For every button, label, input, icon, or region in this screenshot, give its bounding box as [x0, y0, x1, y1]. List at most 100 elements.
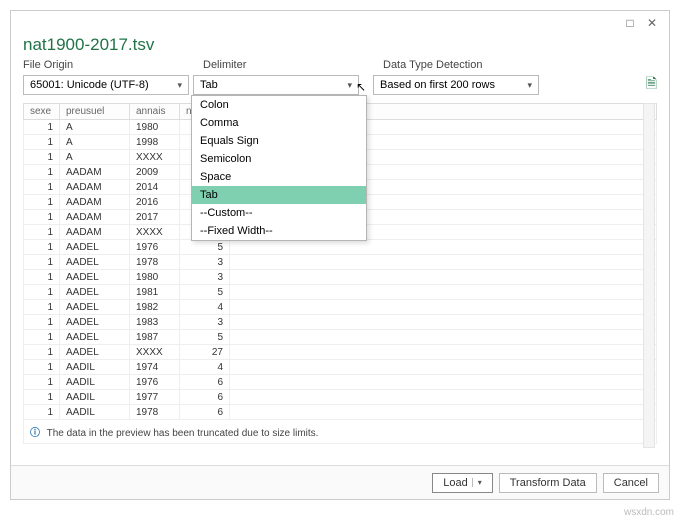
- table-row[interactable]: 1AADEL19783: [24, 255, 657, 270]
- cell-sexe: 1: [24, 300, 60, 315]
- detection-value: Based on first 200 rows: [380, 79, 495, 91]
- cell-sexe: 1: [24, 360, 60, 375]
- cell-preusuel: AADIL: [60, 360, 130, 375]
- cell-preusuel: AADAM: [60, 180, 130, 195]
- cell-annais: 1974: [130, 360, 180, 375]
- cell-annais: 1978: [130, 405, 180, 420]
- cell-blank: [230, 255, 657, 270]
- close-icon[interactable]: ✕: [641, 14, 663, 32]
- cell-blank: [230, 375, 657, 390]
- detection-dropdown[interactable]: Based on first 200 rows ▾: [373, 75, 539, 95]
- cell-sexe: 1: [24, 120, 60, 135]
- table-row[interactable]: 1AADEL19815: [24, 285, 657, 300]
- cell-annais: 2016: [130, 195, 180, 210]
- delimiter-option[interactable]: --Fixed Width--: [192, 222, 366, 240]
- table-row[interactable]: 1AADELXXXX27: [24, 345, 657, 360]
- cell-sexe: 1: [24, 270, 60, 285]
- delimiter-options-list[interactable]: ColonCommaEquals SignSemicolonSpaceTab--…: [191, 95, 367, 241]
- vertical-scrollbar[interactable]: [643, 103, 655, 448]
- maximize-icon[interactable]: □: [619, 14, 641, 32]
- cell-annais: XXXX: [130, 150, 180, 165]
- cell-preusuel: AADEL: [60, 240, 130, 255]
- cell-blank: [230, 330, 657, 345]
- delimiter-option[interactable]: Colon: [192, 96, 366, 114]
- chevron-down-icon: ▾: [527, 80, 532, 91]
- cell-blank: [230, 300, 657, 315]
- cell-sexe: 1: [24, 405, 60, 420]
- cell-sexe: 1: [24, 345, 60, 360]
- cell-annais: 1983: [130, 315, 180, 330]
- cell-sexe: 1: [24, 165, 60, 180]
- cursor-icon: ↖: [356, 80, 366, 94]
- cell-nombre: 3: [180, 270, 230, 285]
- cell-preusuel: A: [60, 150, 130, 165]
- cell-annais: 1977: [130, 390, 180, 405]
- field-labels: File Origin Delimiter Data Type Detectio…: [11, 59, 669, 71]
- delimiter-option[interactable]: --Custom--: [192, 204, 366, 222]
- cell-nombre: 5: [180, 285, 230, 300]
- file-title: nat1900-2017.tsv: [11, 35, 669, 59]
- delimiter-option[interactable]: Equals Sign: [192, 132, 366, 150]
- refresh-icon[interactable]: 🗎: [646, 73, 657, 97]
- cell-preusuel: AADAM: [60, 210, 130, 225]
- table-row[interactable]: 1AADIL19744: [24, 360, 657, 375]
- titlebar: □ ✕: [11, 11, 669, 35]
- col-preusuel[interactable]: preusuel: [60, 104, 130, 120]
- cell-preusuel: AADAM: [60, 165, 130, 180]
- transform-data-button[interactable]: Transform Data: [499, 473, 597, 493]
- cell-sexe: 1: [24, 150, 60, 165]
- cell-preusuel: AADEL: [60, 300, 130, 315]
- file-origin-dropdown[interactable]: 65001: Unicode (UTF-8) ▾: [23, 75, 189, 95]
- cell-preusuel: AADEL: [60, 255, 130, 270]
- col-annais[interactable]: annais: [130, 104, 180, 120]
- cell-sexe: 1: [24, 210, 60, 225]
- table-row[interactable]: 1AADIL19776: [24, 390, 657, 405]
- cell-preusuel: AADEL: [60, 345, 130, 360]
- cell-sexe: 1: [24, 195, 60, 210]
- cell-preusuel: AADIL: [60, 405, 130, 420]
- cell-annais: 1976: [130, 240, 180, 255]
- chevron-down-icon: ▾: [347, 80, 352, 91]
- chevron-down-icon[interactable]: ▾: [472, 478, 482, 487]
- delimiter-option[interactable]: Space: [192, 168, 366, 186]
- delimiter-dropdown[interactable]: Tab ▾: [193, 75, 359, 95]
- cell-preusuel: AADIL: [60, 390, 130, 405]
- file-origin-label: File Origin: [23, 59, 203, 71]
- load-button[interactable]: Load ▾: [432, 473, 493, 493]
- delimiter-option[interactable]: Semicolon: [192, 150, 366, 168]
- cell-sexe: 1: [24, 180, 60, 195]
- cell-sexe: 1: [24, 330, 60, 345]
- cell-annais: XXXX: [130, 345, 180, 360]
- cell-preusuel: AADEL: [60, 270, 130, 285]
- table-row[interactable]: 1AADIL19786: [24, 405, 657, 420]
- cell-blank: [230, 390, 657, 405]
- cell-sexe: 1: [24, 285, 60, 300]
- delimiter-option[interactable]: Tab: [192, 186, 366, 204]
- table-row[interactable]: 1AADIL19766: [24, 375, 657, 390]
- cell-preusuel: AADAM: [60, 195, 130, 210]
- cell-blank: [230, 360, 657, 375]
- table-row[interactable]: 1AADEL19765: [24, 240, 657, 255]
- cancel-button[interactable]: Cancel: [603, 473, 659, 493]
- table-row[interactable]: 1AADEL19875: [24, 330, 657, 345]
- delimiter-label: Delimiter: [203, 59, 383, 71]
- cell-preusuel: A: [60, 120, 130, 135]
- table-row[interactable]: 1AADEL19833: [24, 315, 657, 330]
- cell-nombre: 6: [180, 405, 230, 420]
- delimiter-option[interactable]: Comma: [192, 114, 366, 132]
- cell-blank: [230, 240, 657, 255]
- cell-annais: 1982: [130, 300, 180, 315]
- cell-preusuel: AADEL: [60, 315, 130, 330]
- cell-sexe: 1: [24, 315, 60, 330]
- table-row[interactable]: 1AADEL19803: [24, 270, 657, 285]
- cell-annais: 1998: [130, 135, 180, 150]
- cell-blank: [230, 285, 657, 300]
- cell-preusuel: AADEL: [60, 285, 130, 300]
- table-row[interactable]: 1AADEL19824: [24, 300, 657, 315]
- cell-annais: 2014: [130, 180, 180, 195]
- cell-sexe: 1: [24, 390, 60, 405]
- detection-label: Data Type Detection: [383, 59, 563, 71]
- cell-annais: 1987: [130, 330, 180, 345]
- col-sexe[interactable]: sexe: [24, 104, 60, 120]
- cell-nombre: 5: [180, 330, 230, 345]
